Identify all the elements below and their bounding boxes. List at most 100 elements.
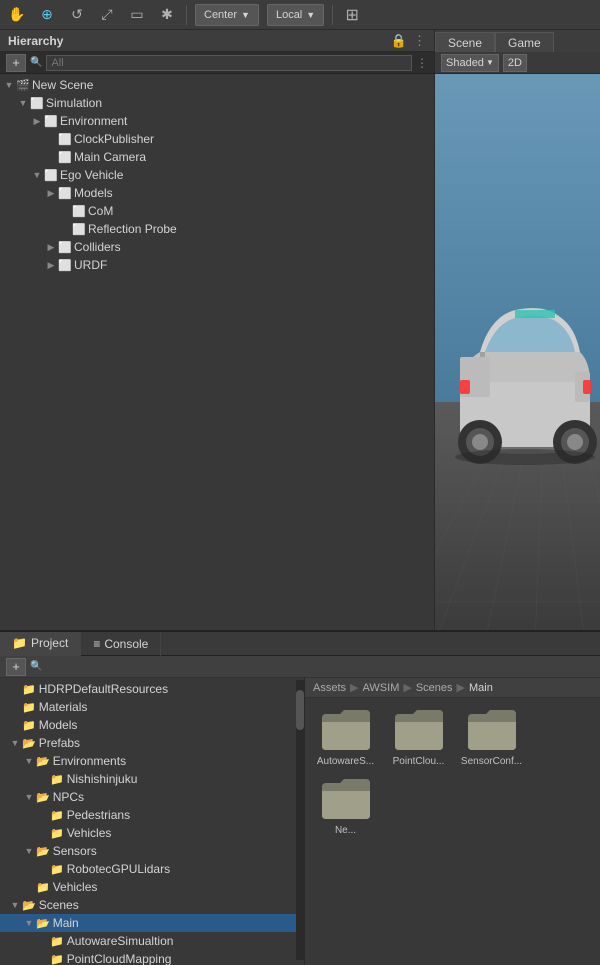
reflection-probe-icon: ⬜: [72, 222, 86, 236]
scene-view[interactable]: [435, 74, 600, 630]
project-item-materials[interactable]: 📁 Materials: [0, 698, 304, 716]
tab-scene[interactable]: Scene: [435, 32, 495, 52]
colliders-icon: ⬜: [58, 240, 72, 254]
hierarchy-menu-icon[interactable]: ⋮: [413, 33, 426, 49]
pointcloud-folder-svg: [393, 706, 445, 752]
tab-project[interactable]: 📁 Project: [0, 632, 81, 656]
reflection-probe-label: Reflection Probe: [88, 222, 177, 236]
npcs-label: NPCs: [53, 790, 84, 804]
main-layout: Hierarchy 🔒 ⋮ + 🔍 ⋮ 🎬 New Scene ⬜ Sim: [0, 30, 600, 630]
autoware-sim-folder-icon: 📁: [50, 935, 64, 948]
shaded-dropdown[interactable]: Shaded ▼: [441, 54, 499, 72]
local-button[interactable]: Local ▼: [267, 4, 324, 26]
tree-item-urdf[interactable]: ⬜ URDF: [0, 256, 434, 274]
center-button[interactable]: Center ▼: [195, 4, 259, 26]
project-item-npc-vehicles[interactable]: 📁 Vehicles: [0, 824, 304, 842]
tree-item-reflection-probe[interactable]: ⬜ Reflection Probe: [0, 220, 434, 238]
npcs-folder-icon: 📂: [36, 791, 50, 804]
tab-console[interactable]: ≡ Console: [81, 632, 161, 656]
project-add-button[interactable]: +: [6, 658, 26, 676]
pointcloud-folder-icon: 📁: [50, 953, 64, 965]
simulation-icon: ⬜: [30, 96, 44, 110]
arrow-com: [58, 204, 72, 218]
tree-item-main-camera[interactable]: ⬜ Main Camera: [0, 148, 434, 166]
pointcloud-label: PointCloudMapping: [67, 952, 172, 965]
asset-pointcloud[interactable]: PointClou...: [386, 706, 451, 767]
arrow-simulation: [16, 96, 30, 110]
grid-icon[interactable]: ⊞: [341, 4, 363, 26]
asset-sensorconfig[interactable]: SensorConf...: [459, 706, 524, 767]
scenes-label: Scenes: [39, 898, 79, 912]
tree-item-new-scene[interactable]: 🎬 New Scene: [0, 76, 434, 94]
2d-label: 2D: [508, 57, 522, 69]
scrollbar-thumb[interactable]: [296, 690, 304, 730]
scale-tool-icon[interactable]: ⤢: [96, 4, 118, 26]
arrow-scenes: [8, 898, 22, 912]
arrow-robotec: [36, 862, 50, 876]
hierarchy-search-input[interactable]: [46, 55, 412, 71]
scene-tabs: Scene Game: [435, 30, 600, 52]
tree-item-ego-vehicle[interactable]: ⬜ Ego Vehicle: [0, 166, 434, 184]
move-tool-icon[interactable]: ⊕: [36, 4, 58, 26]
npc-vehicles-label: Vehicles: [67, 826, 112, 840]
arrow-npc-vehicles: [36, 826, 50, 840]
hand-tool-icon[interactable]: ✋: [6, 4, 28, 26]
tree-item-colliders[interactable]: ⬜ Colliders: [0, 238, 434, 256]
project-item-scenes[interactable]: 📂 Scenes: [0, 896, 304, 914]
models-icon: ⬜: [58, 186, 72, 200]
asset-autoware[interactable]: AutowareS...: [313, 706, 378, 767]
assets-breadcrumb: Assets ▶ AWSIM ▶ Scenes ▶ Main: [305, 678, 600, 698]
tab-game[interactable]: Game: [495, 32, 554, 52]
asset-new[interactable]: Ne...: [313, 775, 378, 836]
rect-tool-icon[interactable]: ▭: [126, 4, 148, 26]
tree-item-simulation[interactable]: ⬜ Simulation: [0, 94, 434, 112]
ego-vehicle-label: Ego Vehicle: [60, 168, 123, 182]
sep-3: ▶: [457, 681, 465, 694]
hierarchy-add-button[interactable]: +: [6, 54, 26, 72]
2d-button[interactable]: 2D: [503, 54, 527, 72]
environment-label: Environment: [60, 114, 127, 128]
arrow-reflection-probe: [58, 222, 72, 236]
bottom-tabs-bar: 📁 Project ≡ Console: [0, 632, 600, 656]
breadcrumb-assets[interactable]: Assets: [313, 682, 346, 694]
project-item-pedestrians[interactable]: 📁 Pedestrians: [0, 806, 304, 824]
hierarchy-title: Hierarchy: [8, 34, 63, 48]
sensors-folder-icon: 📂: [36, 845, 50, 858]
sep-1: ▶: [350, 681, 358, 694]
project-item-sensors[interactable]: 📂 Sensors: [0, 842, 304, 860]
transform-tool-icon[interactable]: ✱: [156, 4, 178, 26]
project-item-prefabs[interactable]: 📂 Prefabs: [0, 734, 304, 752]
new-folder-svg: [320, 775, 372, 821]
tree-item-models[interactable]: ⬜ Models: [0, 184, 434, 202]
project-item-prefab-vehicles[interactable]: 📁 Vehicles: [0, 878, 304, 896]
tree-item-clock-publisher[interactable]: ⬜ ClockPublisher: [0, 130, 434, 148]
project-item-autoware-sim[interactable]: 📁 AutowareSimualtion: [0, 932, 304, 950]
tree-item-environment[interactable]: ⬜ Environment: [0, 112, 434, 130]
project-item-hdrp[interactable]: 📁 HDRPDefaultResources: [0, 680, 304, 698]
project-item-models[interactable]: 📁 Models: [0, 716, 304, 734]
simulation-label: Simulation: [46, 96, 102, 110]
main-folder-icon: 📂: [36, 917, 50, 930]
arrow-materials: [8, 700, 22, 714]
project-item-main[interactable]: 📂 Main: [0, 914, 304, 932]
arrow-clock: [44, 132, 58, 146]
breadcrumb-scenes[interactable]: Scenes: [416, 682, 453, 694]
tree-item-com[interactable]: ⬜ CoM: [0, 202, 434, 220]
project-item-environments[interactable]: 📂 Environments: [0, 752, 304, 770]
npc-vehicles-folder-icon: 📁: [50, 827, 64, 840]
sep1: [186, 5, 187, 25]
breadcrumb-main[interactable]: Main: [469, 682, 493, 694]
com-label: CoM: [88, 204, 113, 218]
hierarchy-lock-icon[interactable]: 🔒: [391, 33, 407, 49]
project-item-nishishinjuku[interactable]: 📁 Nishishinjuku: [0, 770, 304, 788]
rotate-tool-icon[interactable]: ↺: [66, 4, 88, 26]
console-tab-label: Console: [104, 637, 148, 651]
project-item-pointcloud[interactable]: 📁 PointCloudMapping: [0, 950, 304, 965]
main-camera-label: Main Camera: [74, 150, 146, 164]
main-label: Main: [53, 916, 79, 930]
project-item-npcs[interactable]: 📂 NPCs: [0, 788, 304, 806]
hierarchy-more-icon[interactable]: ⋮: [416, 56, 428, 70]
breadcrumb-awsim[interactable]: AWSIM: [362, 682, 399, 694]
project-item-robotec[interactable]: 📁 RobotecGPULidars: [0, 860, 304, 878]
materials-label: Materials: [39, 700, 88, 714]
